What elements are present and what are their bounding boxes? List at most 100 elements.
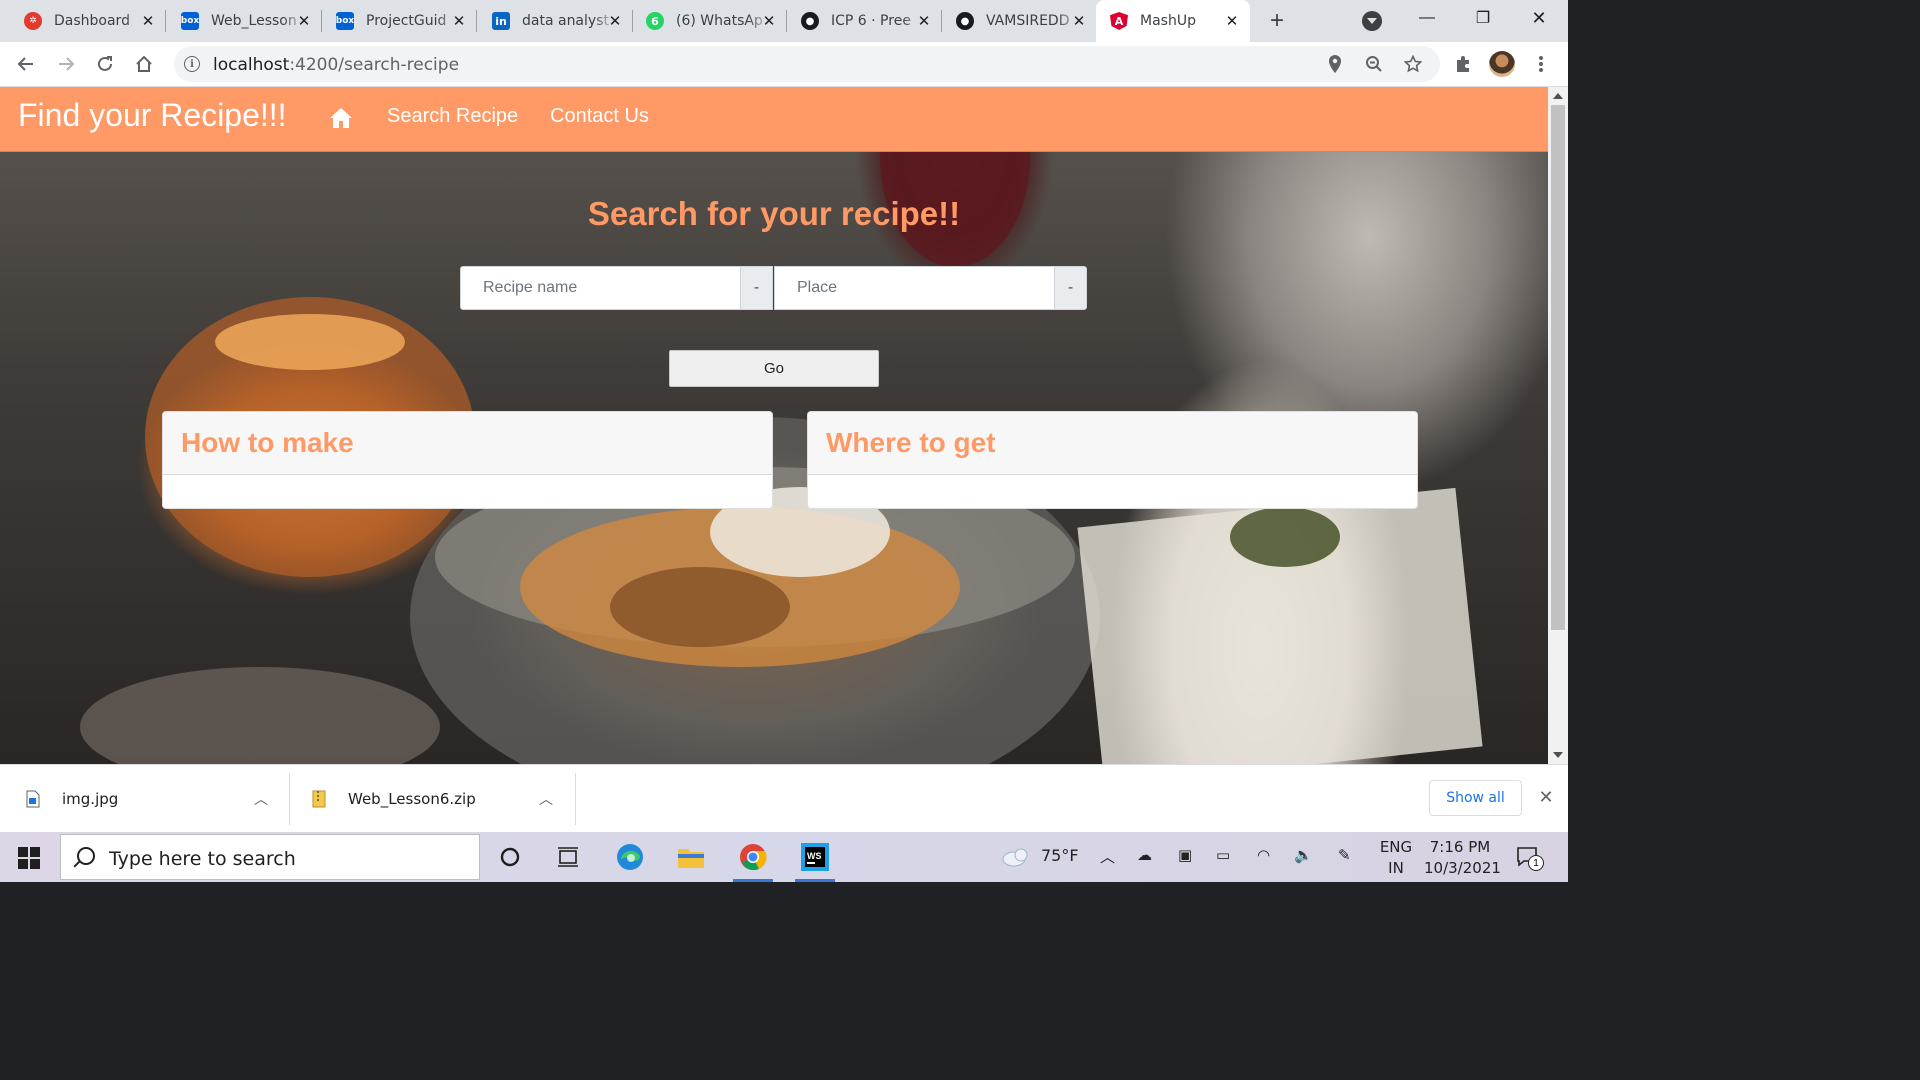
home-icon[interactable] xyxy=(328,105,354,131)
close-icon[interactable]: ✕ xyxy=(1222,11,1242,31)
tab-title: Web_Lesson xyxy=(211,13,297,29)
place-input[interactable]: Place xyxy=(774,266,1055,310)
arrow-left-icon xyxy=(17,57,33,71)
card-header: How to make xyxy=(163,412,772,475)
profile-avatar[interactable] xyxy=(1489,51,1515,77)
github-icon: ● xyxy=(956,12,974,30)
bookmark-star-icon[interactable] xyxy=(1403,54,1423,74)
tab-whatsapp[interactable]: 6 (6) WhatsAp ✕ xyxy=(622,0,787,42)
tab-github-vamsi[interactable]: ● VAMSIREDD ✕ xyxy=(932,0,1097,42)
taskbar-search-text: Type here to search xyxy=(109,848,296,870)
url-text[interactable]: localhost:4200/search-recipe xyxy=(213,55,459,75)
temperature[interactable]: 75°F xyxy=(1041,846,1079,865)
pen-icon[interactable]: ✎ xyxy=(1338,846,1351,864)
arrow-right-icon xyxy=(59,57,75,71)
close-icon[interactable]: ✕ xyxy=(1536,787,1556,807)
date: 10/3/2021 xyxy=(1424,859,1501,877)
minimize-button[interactable]: — xyxy=(1400,0,1454,36)
wifi-icon[interactable]: ◠ xyxy=(1257,846,1270,864)
whatsapp-icon: 6 xyxy=(646,12,664,30)
page-viewport: Find your Recipe!!! Search Recipe Contac… xyxy=(0,87,1548,764)
home-outline-icon xyxy=(136,55,152,72)
task-view-icon[interactable] xyxy=(552,841,584,873)
nav-contact-us[interactable]: Contact Us xyxy=(550,105,649,128)
angular-icon: A xyxy=(1110,12,1128,30)
recipe-input-addon: - xyxy=(740,266,773,310)
download-item-zip[interactable]: Web_Lesson6.zip ︿ xyxy=(312,765,574,833)
browser-toolbar: i localhost:4200/search-recipe xyxy=(0,42,1568,87)
kebab-menu-icon xyxy=(1539,56,1543,72)
close-window-button[interactable]: ✕ xyxy=(1512,0,1566,36)
reload-button[interactable] xyxy=(92,51,118,77)
nav-search-recipe[interactable]: Search Recipe xyxy=(387,105,518,128)
tab-title: ProjectGuid xyxy=(366,13,447,29)
volume-icon[interactable]: 🔈 xyxy=(1294,846,1313,864)
close-icon[interactable]: ✕ xyxy=(449,11,469,31)
divider xyxy=(289,773,290,825)
clock[interactable]: 7:16 PM 10/3/2021 xyxy=(1424,837,1501,879)
download-shelf: img.jpg ︿ Web_Lesson6.zip ︿ Show all ✕ xyxy=(0,764,1568,833)
place-input-addon: - xyxy=(1054,266,1087,310)
meet-now-icon[interactable]: ▣ xyxy=(1178,846,1192,864)
back-button[interactable] xyxy=(13,51,39,77)
tab-title: MashUp xyxy=(1140,13,1196,29)
tab-linkedin[interactable]: in data analyst ✕ xyxy=(468,0,633,42)
lang-code: ENG xyxy=(1379,838,1413,856)
menu-button[interactable] xyxy=(1528,51,1554,77)
close-icon[interactable]: ✕ xyxy=(294,11,314,31)
recipe-name-input[interactable]: Recipe name xyxy=(460,266,741,310)
canvas-icon: ✲ xyxy=(24,12,42,30)
language-indicator[interactable]: ENG IN xyxy=(1378,837,1414,879)
chevron-up-icon[interactable]: ︿ xyxy=(539,789,553,809)
puzzle-icon xyxy=(1457,56,1469,72)
tab-web-lesson[interactable]: box Web_Lesson ✕ xyxy=(157,0,322,42)
tab-dashboard[interactable]: ✲ Dashboard ✕ xyxy=(0,0,166,42)
chevron-up-icon[interactable]: ︿ xyxy=(1100,846,1115,867)
cortana-icon[interactable] xyxy=(494,841,526,873)
tab-title: ICP 6 · Pree xyxy=(831,13,911,29)
tab-title: (6) WhatsAp xyxy=(676,13,763,29)
chevron-up-icon[interactable]: ︿ xyxy=(254,789,268,809)
webstorm-icon[interactable]: WS xyxy=(795,841,835,882)
address-bar[interactable]: i localhost:4200/search-recipe xyxy=(174,46,1440,82)
tab-mashup[interactable]: A MashUp ✕ xyxy=(1096,0,1250,42)
close-icon[interactable]: ✕ xyxy=(138,11,158,31)
edge-icon[interactable] xyxy=(614,841,646,873)
onedrive-icon[interactable]: ☁ xyxy=(1137,846,1152,864)
scroll-up-icon[interactable] xyxy=(1553,93,1563,99)
restore-button[interactable]: ❐ xyxy=(1456,0,1510,36)
tab-search-icon[interactable] xyxy=(1362,11,1382,31)
brand-title[interactable]: Find your Recipe!!! xyxy=(18,97,287,134)
scroll-down-icon[interactable] xyxy=(1553,752,1563,758)
location-pin-icon[interactable] xyxy=(1325,54,1345,74)
page-scrollbar[interactable] xyxy=(1548,87,1568,764)
info-icon[interactable]: i xyxy=(184,56,200,72)
battery-icon[interactable]: ▭ xyxy=(1216,846,1230,864)
extensions-button[interactable] xyxy=(1450,51,1476,77)
close-icon[interactable]: ✕ xyxy=(759,11,779,31)
tab-github-icp6[interactable]: ● ICP 6 · Pree ✕ xyxy=(777,0,942,42)
tab-title: VAMSIREDD xyxy=(986,13,1070,29)
go-button[interactable]: Go xyxy=(669,350,879,387)
svg-text:WS: WS xyxy=(807,851,822,861)
zoom-out-icon[interactable] xyxy=(1364,54,1384,74)
scrollbar-thumb[interactable] xyxy=(1551,105,1565,630)
file-explorer-icon[interactable] xyxy=(675,841,707,873)
close-icon[interactable]: ✕ xyxy=(914,11,934,31)
tab-project-guide[interactable]: box ProjectGuid ✕ xyxy=(312,0,477,42)
notification-icon[interactable]: 1 xyxy=(1516,846,1544,871)
chrome-icon[interactable] xyxy=(733,841,773,882)
new-tab-button[interactable]: + xyxy=(1264,7,1290,34)
taskbar-search-box[interactable]: Type here to search xyxy=(60,834,480,880)
box-icon: box xyxy=(336,12,354,30)
download-item-img[interactable]: img.jpg ︿ xyxy=(26,765,288,833)
time: 7:16 PM xyxy=(1429,838,1491,856)
show-all-button[interactable]: Show all xyxy=(1429,780,1522,816)
tab-strip: ✲ Dashboard ✕ box Web_Lesson ✕ box Proje… xyxy=(0,0,1568,42)
weather-cloud-icon[interactable] xyxy=(1000,841,1032,873)
forward-button[interactable] xyxy=(53,51,79,77)
home-button[interactable] xyxy=(131,51,157,77)
close-icon[interactable]: ✕ xyxy=(1069,11,1089,31)
image-file-icon xyxy=(26,790,40,808)
windows-start-icon[interactable] xyxy=(18,847,40,869)
